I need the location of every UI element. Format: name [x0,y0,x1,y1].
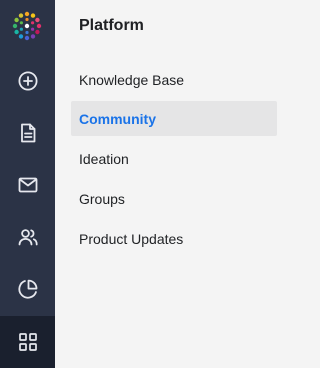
multicolor-dots-logo-icon[interactable] [11,10,43,42]
nav-item-product-updates[interactable]: Product Updates [71,221,277,256]
mail-icon [18,177,37,193]
grid-icon [18,333,37,351]
app-window: Platform Knowledge Base Community Ideati… [0,0,280,368]
nav-item-knowledge-base[interactable]: Knowledge Base [71,62,277,97]
mail-button[interactable] [0,165,55,205]
nav-item-community[interactable]: Community [71,101,277,136]
nav-item-ideation[interactable]: Ideation [71,141,277,176]
plus-circle-button[interactable] [0,61,55,101]
pie-chart-button[interactable] [0,269,55,309]
users-icon [18,229,38,246]
document-icon [20,123,35,143]
grid-button[interactable] [0,316,55,368]
users-button[interactable] [0,217,55,257]
icon-rail [0,0,55,368]
platform-panel: Platform Knowledge Base Community Ideati… [55,0,280,368]
plus-circle-icon [17,71,38,91]
panel-title: Platform [79,17,144,34]
nav-item-groups[interactable]: Groups [71,181,277,216]
document-button[interactable] [0,113,55,153]
pie-chart-icon [17,279,37,299]
